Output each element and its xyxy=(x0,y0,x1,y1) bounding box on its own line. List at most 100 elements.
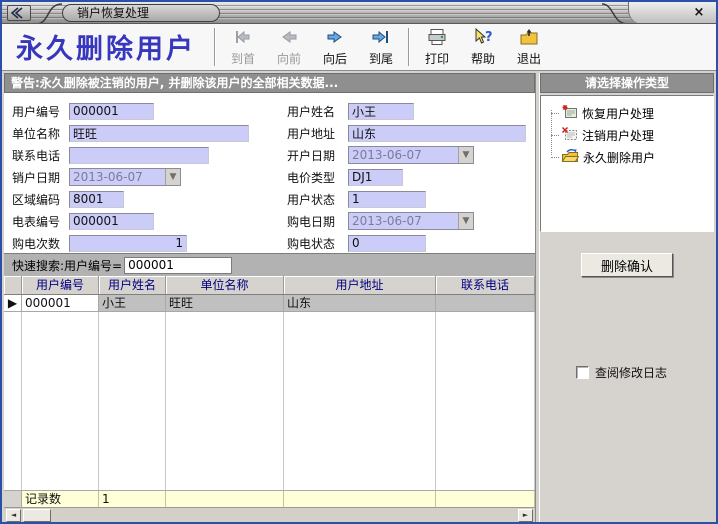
area-code-field[interactable] xyxy=(69,191,124,208)
table-row[interactable]: ▶ 000001 小王 旺旺 山东 xyxy=(4,295,535,312)
scrollbar-thumb[interactable] xyxy=(23,509,51,522)
exit-folder-icon xyxy=(519,28,539,49)
column-header[interactable]: 联系电话 xyxy=(436,276,535,294)
restore-user-icon xyxy=(561,104,578,123)
field-label: 购电状态 xyxy=(287,235,348,252)
price-type-field[interactable] xyxy=(348,169,403,186)
title-bar[interactable]: 销户恢复处理 × xyxy=(2,2,716,24)
quick-search-input[interactable] xyxy=(124,257,232,274)
table-cell[interactable]: 小王 xyxy=(99,295,166,312)
deregister-user-icon xyxy=(561,126,578,145)
delete-confirm-button[interactable]: 删除确认 xyxy=(581,253,673,277)
purchase-date-combo[interactable]: 2013-06-07 ▼ xyxy=(348,212,474,230)
toolbar-button-label: 帮助 xyxy=(471,50,495,67)
toolbar-button-go-next[interactable]: 向后 xyxy=(312,26,358,68)
operation-item-delete-user[interactable]: 永久删除用户 xyxy=(541,146,713,168)
go-first-icon xyxy=(233,28,253,49)
header-band: 永久删除用户 到首 向前 向后 到尾 打印 ? 帮助 退出 xyxy=(2,24,716,71)
table-footer-row: 记录数 1 xyxy=(4,490,535,507)
scroll-right-arrow-icon[interactable]: ► xyxy=(518,509,533,522)
toolbar-button-go-first[interactable]: 到首 xyxy=(220,26,266,68)
delete-user-folder-icon xyxy=(561,148,579,167)
app-window: 销户恢复处理 × 永久删除用户 到首 向前 向后 到尾 打印 ? xyxy=(0,0,718,524)
column-header[interactable]: 用户编号 xyxy=(22,276,99,294)
toolbar-button-exit[interactable]: 退出 xyxy=(506,26,552,68)
view-log-checkbox-label: 查阅修改日志 xyxy=(595,364,667,381)
page-title: 永久删除用户 xyxy=(2,27,210,68)
quick-search-label: 快速搜索:用户编号= xyxy=(12,257,122,274)
titlebar-curve-left xyxy=(34,2,64,24)
field-label: 用户状态 xyxy=(287,191,348,208)
tree-stub-line xyxy=(551,157,559,158)
scroll-left-arrow-icon[interactable]: ◄ xyxy=(6,509,21,522)
operation-item-label: 注销用户处理 xyxy=(582,127,654,144)
chevron-down-icon[interactable]: ▼ xyxy=(458,147,473,163)
print-icon xyxy=(427,28,447,49)
titlebar-curve-right xyxy=(602,2,630,24)
operation-item-restore-user[interactable]: 恢复用户处理 xyxy=(541,102,713,124)
operation-panel-title: 请选择操作类型 xyxy=(540,73,714,93)
field-label: 购电日期 xyxy=(287,213,348,230)
user-id-field[interactable] xyxy=(69,103,154,120)
record-count-label: 记录数 xyxy=(22,491,99,507)
main-area: 警告:永久删除被注销的用户, 并删除该用户的全部相关数据... 用户编号 用户姓… xyxy=(4,73,535,522)
field-label: 联系电话 xyxy=(12,147,69,164)
table-empty-area xyxy=(4,312,535,490)
column-header[interactable]: 用户地址 xyxy=(284,276,436,294)
toolbar-button-label: 打印 xyxy=(425,50,449,67)
quick-search-bar: 快速搜索:用户编号= xyxy=(4,253,535,276)
user-name-field[interactable] xyxy=(348,103,414,120)
toolbar-separator xyxy=(408,28,410,66)
row-selector-header xyxy=(4,276,22,294)
window-title: 销户恢复处理 xyxy=(62,4,220,22)
operation-item-label: 恢复用户处理 xyxy=(582,105,654,122)
user-table: 用户编号 用户姓名 单位名称 用户地址 联系电话 ▶ 000001 小王 旺旺 … xyxy=(4,276,535,507)
operation-panel: 请选择操作类型 恢复用户处理 注销用户处理 永久删除用户 xyxy=(540,73,714,522)
toolbar-button-print[interactable]: 打印 xyxy=(414,26,460,68)
chevron-down-icon[interactable]: ▼ xyxy=(165,169,180,185)
field-label: 用户地址 xyxy=(287,125,348,142)
phone-field[interactable] xyxy=(69,147,209,164)
window-body: 警告:永久删除被注销的用户, 并删除该用户的全部相关数据... 用户编号 用户姓… xyxy=(2,71,716,522)
operation-item-label: 永久删除用户 xyxy=(583,149,655,166)
column-header[interactable]: 单位名称 xyxy=(166,276,284,294)
purchase-status-field[interactable] xyxy=(348,235,426,252)
user-status-field[interactable] xyxy=(348,191,426,208)
open-date-combo[interactable]: 2013-06-07 ▼ xyxy=(348,146,474,164)
table-cell[interactable]: 旺旺 xyxy=(166,295,284,312)
operation-item-deregister-user[interactable]: 注销用户处理 xyxy=(541,124,713,146)
table-cell[interactable] xyxy=(436,295,535,312)
go-previous-icon xyxy=(279,28,299,49)
column-header[interactable]: 用户姓名 xyxy=(99,276,166,294)
meter-id-field[interactable] xyxy=(69,213,154,230)
table-cell[interactable]: 000001 xyxy=(22,295,99,312)
warning-bar: 警告:永久删除被注销的用户, 并删除该用户的全部相关数据... xyxy=(4,73,535,93)
purchase-count-field[interactable] xyxy=(69,235,187,252)
toolbar-button-label: 到首 xyxy=(231,50,255,67)
tree-stub-line xyxy=(551,135,559,136)
unit-name-field[interactable] xyxy=(69,125,249,142)
user-address-field[interactable] xyxy=(348,125,526,142)
chevron-down-icon[interactable]: ▼ xyxy=(458,213,473,229)
field-label: 单位名称 xyxy=(12,125,69,142)
tree-stub-line xyxy=(551,113,559,114)
toolbar-button-go-previous[interactable]: 向前 xyxy=(266,26,312,68)
app-logo-icon[interactable] xyxy=(7,5,31,21)
checkbox-unchecked-icon[interactable] xyxy=(576,366,589,379)
help-icon: ? xyxy=(473,28,493,49)
field-label: 购电次数 xyxy=(12,235,69,252)
horizontal-scrollbar[interactable]: ◄ ► xyxy=(4,507,535,522)
view-log-checkbox-row[interactable]: 查阅修改日志 xyxy=(576,364,714,381)
close-date-combo[interactable]: 2013-06-07 ▼ xyxy=(69,168,181,186)
go-next-icon xyxy=(325,28,345,49)
toolbar-button-go-last[interactable]: 到尾 xyxy=(358,26,404,68)
close-button[interactable]: × xyxy=(691,5,707,21)
field-label: 用户姓名 xyxy=(287,103,348,120)
combo-value: 2013-06-07 xyxy=(349,147,458,163)
footer-selector-cell xyxy=(4,491,22,507)
toolbar-separator xyxy=(214,28,216,66)
toolbar-button-help[interactable]: ? 帮助 xyxy=(460,26,506,68)
toolbar-button-label: 向前 xyxy=(277,50,301,67)
table-cell[interactable]: 山东 xyxy=(284,295,436,312)
svg-text:?: ? xyxy=(485,30,493,45)
